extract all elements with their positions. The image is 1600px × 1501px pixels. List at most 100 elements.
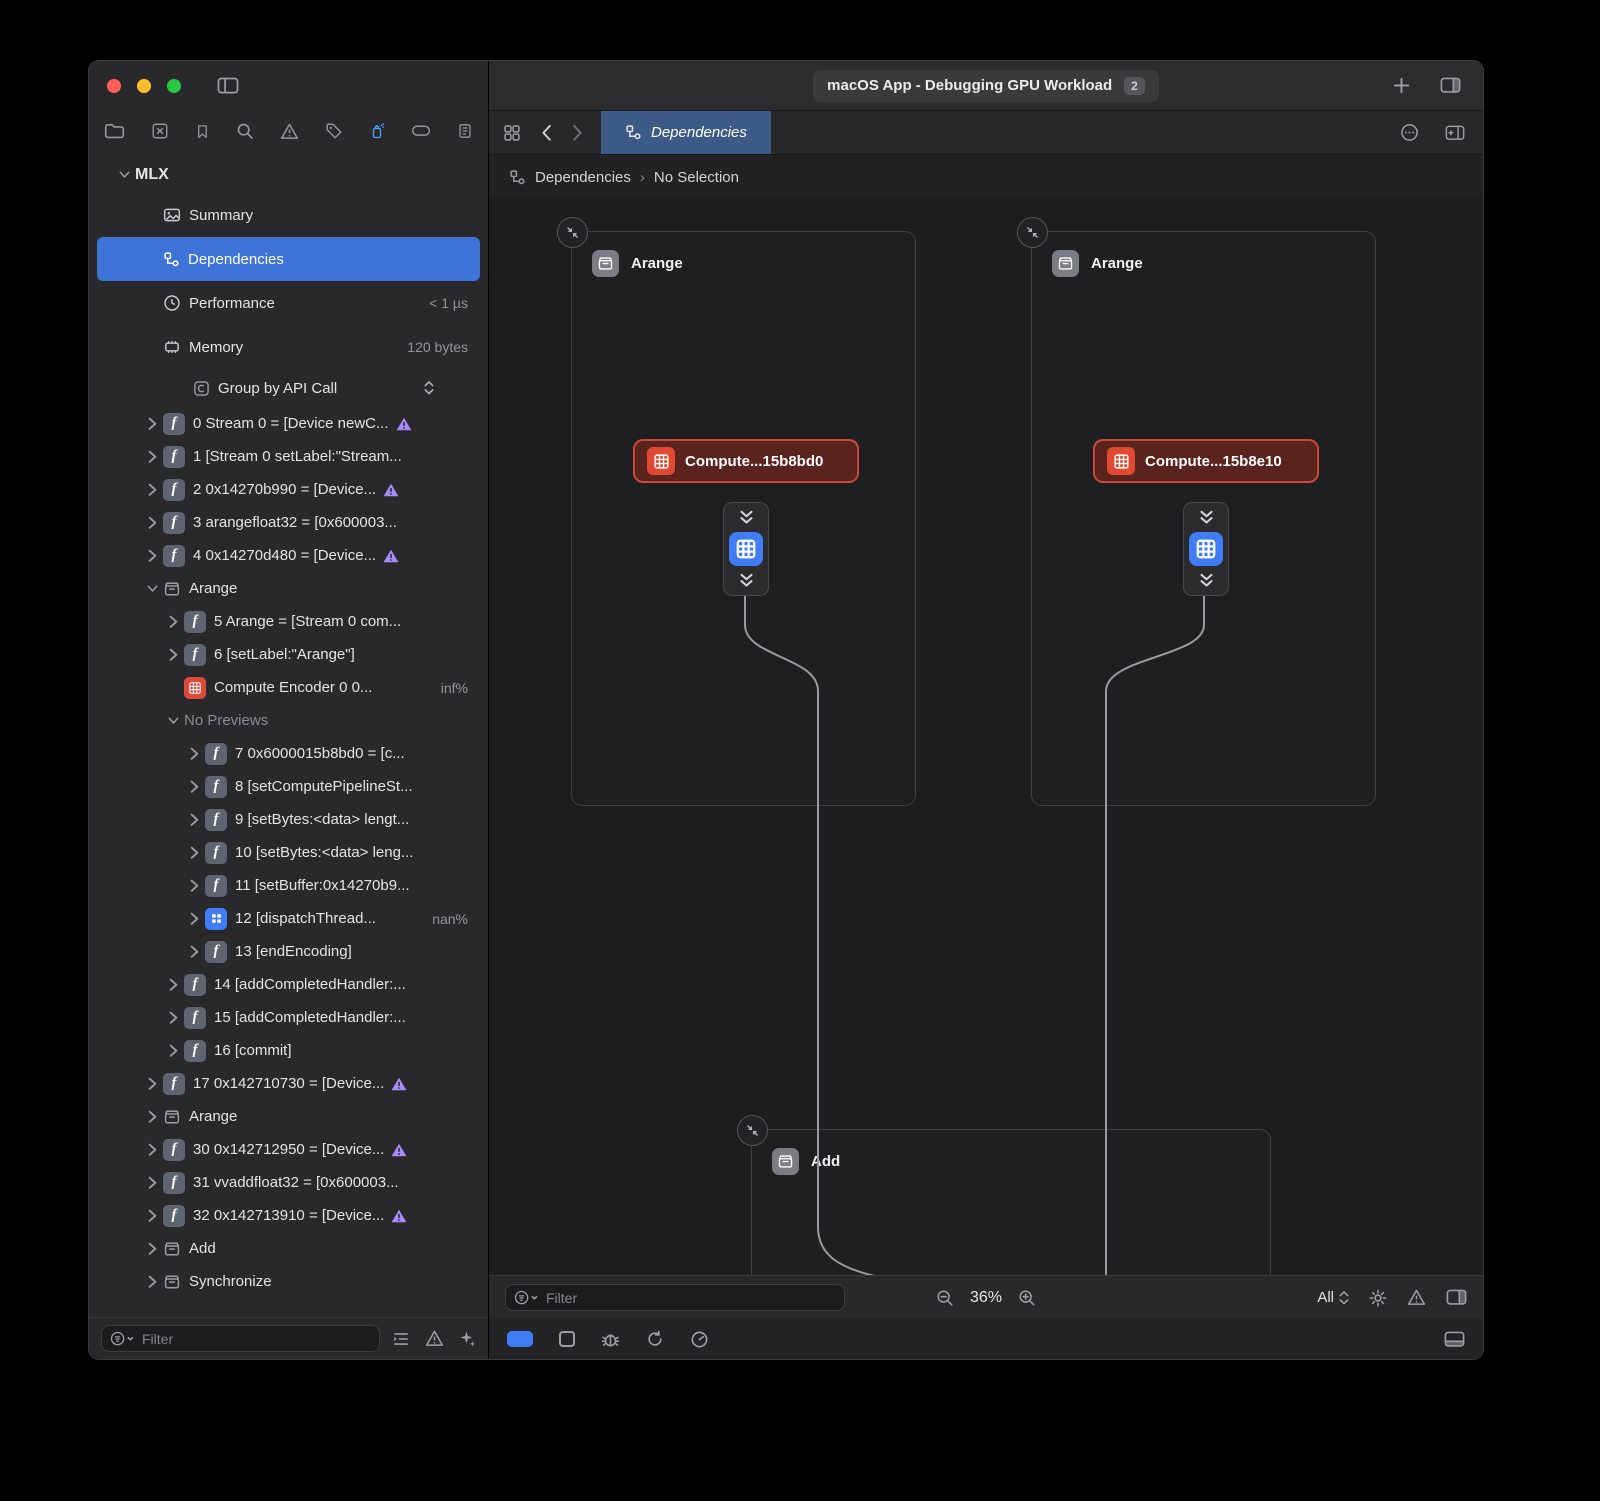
no-previews-row[interactable]: No Previews (97, 704, 480, 737)
chevron-right-icon[interactable] (142, 549, 163, 563)
close-button[interactable] (107, 79, 121, 93)
sidebar-toggle-button[interactable] (217, 77, 239, 94)
table-buffer-icon[interactable] (729, 532, 763, 566)
tree-row[interactable]: f2 0x14270b990 = [Device... (97, 473, 480, 506)
tag-icon[interactable] (325, 122, 343, 140)
tab-dependencies[interactable]: Dependencies (601, 111, 771, 154)
collapse-group-button[interactable] (1017, 217, 1048, 248)
chevron-right-icon[interactable] (142, 1110, 163, 1124)
panel-toggle-button[interactable] (1446, 1289, 1467, 1305)
compute-encoder-node-1[interactable]: Compute...15b8bd0 (633, 439, 859, 483)
tree-row[interactable]: f9 [setBytes:<data> lengt... (97, 803, 480, 836)
square-view-button[interactable] (559, 1331, 575, 1347)
debug-button[interactable] (601, 1330, 620, 1349)
chevron-right-icon[interactable] (142, 417, 163, 431)
collapse-group-button[interactable] (557, 217, 588, 248)
folder-icon[interactable] (104, 122, 125, 140)
issues-icon[interactable] (425, 1329, 444, 1348)
chevron-right-icon[interactable] (184, 747, 205, 761)
chevron-right-icon[interactable] (142, 450, 163, 464)
tree-row[interactable]: Add (97, 1232, 480, 1265)
chevron-down-icon[interactable] (142, 585, 163, 592)
gpu-debug-icon[interactable] (369, 123, 385, 139)
tree-row[interactable]: f5 Arange = [Stream 0 com... (97, 605, 480, 638)
tree-row[interactable]: Compute Encoder 0 0...inf% (97, 671, 480, 704)
graph-group-arange-2[interactable]: Arange Compute...15b8e10 (1031, 231, 1376, 806)
chevron-right-icon[interactable] (163, 1044, 184, 1058)
sidebar-item-summary[interactable]: Summary (97, 193, 480, 237)
flatten-icon[interactable] (392, 1330, 410, 1348)
sidebar-item-performance[interactable]: Performance< 1 µs (97, 281, 480, 325)
chevron-right-icon[interactable] (163, 1011, 184, 1025)
overview-button[interactable] (503, 124, 521, 142)
tree-row[interactable]: f10 [setBytes:<data> leng... (97, 836, 480, 869)
tree-row[interactable]: Synchronize (97, 1265, 480, 1298)
bottom-panel-toggle-button[interactable] (1444, 1331, 1465, 1347)
filter-menu-icon[interactable] (514, 1290, 540, 1305)
tree-row[interactable]: f6 [setLabel:"Arange"] (97, 638, 480, 671)
zoom-window-button[interactable] (167, 79, 181, 93)
sparkle-icon[interactable] (459, 1330, 476, 1347)
add-editor-button[interactable] (1445, 125, 1465, 141)
chevron-right-icon[interactable] (184, 780, 205, 794)
tree-row[interactable]: f0 Stream 0 = [Device newC... (97, 407, 480, 440)
tree-row[interactable]: f14 [addCompletedHandler:... (97, 968, 480, 1001)
graph-filter-field[interactable] (505, 1284, 845, 1311)
issues-button[interactable] (1407, 1288, 1426, 1307)
refresh-button[interactable] (646, 1330, 664, 1348)
chevron-right-icon[interactable] (142, 1209, 163, 1223)
performance-gauge-button[interactable] (690, 1330, 709, 1349)
search-icon[interactable] (236, 122, 254, 140)
forward-button[interactable] (572, 124, 583, 142)
graph-group-add[interactable]: Add (751, 1129, 1271, 1275)
capsule-icon[interactable] (411, 124, 431, 137)
tree-row[interactable]: f8 [setComputePipelineSt... (97, 770, 480, 803)
tree-row[interactable]: f4 0x14270d480 = [Device... (97, 539, 480, 572)
chevron-right-icon[interactable] (142, 1077, 163, 1091)
group-by-api-call-control[interactable]: Group by API Call (97, 369, 480, 407)
tree-row[interactable]: f32 0x142713910 = [Device... (97, 1199, 480, 1232)
inspector-toggle-button[interactable] (1440, 77, 1461, 93)
chevron-right-icon[interactable] (184, 945, 205, 959)
sidebar-item-dependencies[interactable]: Dependencies (97, 237, 480, 281)
tree-row[interactable]: f17 0x142710730 = [Device... (97, 1067, 480, 1100)
graph-filter-input[interactable] (546, 1290, 836, 1306)
chevron-right-icon[interactable] (184, 912, 205, 926)
chevron-right-icon[interactable] (184, 813, 205, 827)
chevron-right-icon[interactable] (142, 516, 163, 530)
sidebar-item-memory[interactable]: Memory120 bytes (97, 325, 480, 369)
navigator-filter-field[interactable] (101, 1325, 380, 1352)
tree-row[interactable]: f1 [Stream 0 setLabel:"Stream... (97, 440, 480, 473)
back-button[interactable] (541, 124, 552, 142)
chevron-right-icon[interactable] (142, 483, 163, 497)
chevron-right-icon[interactable] (163, 648, 184, 662)
chevron-right-icon[interactable] (184, 846, 205, 860)
filter-menu-icon[interactable] (110, 1331, 136, 1346)
chevron-right-icon[interactable] (142, 1275, 163, 1289)
tree-row[interactable]: Arange (97, 1100, 480, 1133)
tree-row[interactable]: 12 [dispatchThread...nan% (97, 902, 480, 935)
tree-row[interactable]: f3 arangefloat32 = [0x600003... (97, 506, 480, 539)
compute-encoder-node-2[interactable]: Compute...15b8e10 (1093, 439, 1319, 483)
tree-row[interactable]: Arange (97, 572, 480, 605)
chevron-right-icon[interactable] (163, 978, 184, 992)
tree-row[interactable]: f13 [endEncoding] (97, 935, 480, 968)
graph-view-mode-button[interactable] (507, 1331, 533, 1347)
dependency-graph-canvas[interactable]: Arange Compute...15b8bd0 Arange (489, 199, 1483, 1275)
issues-icon[interactable] (280, 122, 299, 141)
chevron-right-icon[interactable] (184, 879, 205, 893)
tree-row[interactable]: f30 0x142712950 = [Device... (97, 1133, 480, 1166)
tree-row[interactable]: f7 0x6000015b8bd0 = [c... (97, 737, 480, 770)
settings-button[interactable] (1369, 1289, 1387, 1307)
bookmark-icon[interactable] (195, 124, 210, 139)
table-buffer-icon[interactable] (1189, 532, 1223, 566)
filter-square-icon[interactable] (151, 122, 169, 140)
report-icon[interactable] (457, 123, 473, 139)
buffer-preview-node-2[interactable] (1183, 502, 1229, 596)
chevron-right-icon[interactable] (142, 1242, 163, 1256)
chevron-right-icon[interactable] (142, 1176, 163, 1190)
chevron-right-icon[interactable] (163, 615, 184, 629)
stepper-icon[interactable] (424, 380, 434, 396)
zoom-out-button[interactable] (936, 1289, 954, 1307)
graph-group-arange-1[interactable]: Arange Compute...15b8bd0 (571, 231, 916, 806)
